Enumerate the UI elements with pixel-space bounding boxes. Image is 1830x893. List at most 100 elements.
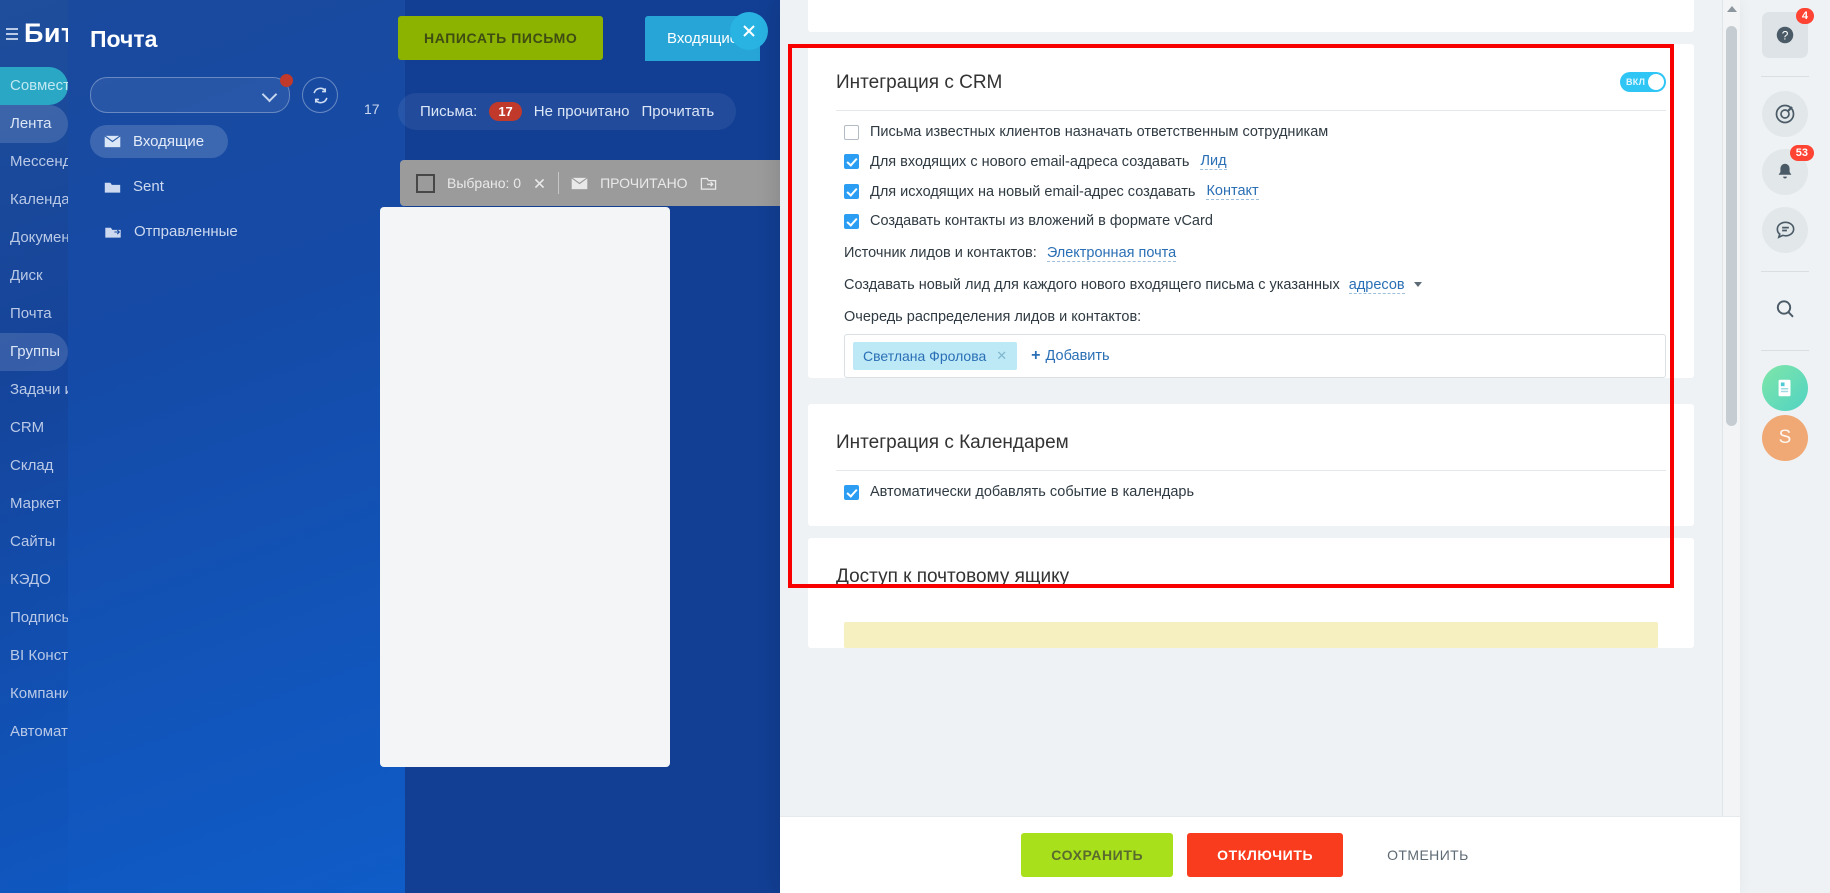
sidebar-item-disk[interactable]: Диск bbox=[0, 257, 68, 295]
magnifier-icon bbox=[1776, 300, 1794, 318]
sidebar-item-signature[interactable]: Подпись bbox=[0, 599, 68, 637]
mail-account-select[interactable] bbox=[90, 74, 293, 113]
divider bbox=[1761, 350, 1809, 351]
crm-title-text: Интеграция с CRM bbox=[836, 72, 1003, 93]
mail-folder-otpravlennye[interactable]: Отправленные bbox=[90, 215, 308, 248]
sidebar-item-kedo[interactable]: КЭДО bbox=[0, 561, 68, 599]
checkbox-assign-known-clients[interactable] bbox=[844, 124, 859, 140]
sidebar-item-tasks[interactable]: Задачи и Проекты bbox=[0, 371, 68, 409]
sidebar-item-mail[interactable]: Почта bbox=[0, 295, 68, 333]
refresh-button[interactable] bbox=[302, 77, 338, 113]
screen-root: Битрикс24 Совместная работа Лента Мессен… bbox=[0, 0, 1830, 893]
option-create-contact-outgoing[interactable]: Для исходящих на новый email-адрес созда… bbox=[836, 170, 1666, 200]
sidebar-item-sites[interactable]: Сайты bbox=[0, 523, 68, 561]
sidebar-item-crm[interactable]: CRM bbox=[0, 409, 68, 447]
option-create-lead-incoming[interactable]: Для входящих с нового email-адреса созда… bbox=[836, 140, 1666, 170]
mail-folder-sent[interactable]: Sent bbox=[90, 170, 228, 203]
sidebar-item-automation[interactable]: Автоматизация bbox=[0, 713, 68, 751]
chevron-down-icon[interactable] bbox=[1413, 282, 1422, 287]
move-to-folder-icon[interactable] bbox=[700, 176, 717, 191]
sidebar-item-feed[interactable]: Лента bbox=[0, 105, 68, 143]
document-icon[interactable] bbox=[1762, 365, 1808, 411]
notifications-bell-icon[interactable]: 53 bbox=[1762, 145, 1814, 195]
unread-filter[interactable]: Не прочитано bbox=[534, 103, 630, 120]
slider-scrollbar[interactable] bbox=[1722, 0, 1740, 893]
sidebar-item-label: Склад bbox=[10, 457, 54, 474]
mail-folder-count: 17 bbox=[364, 101, 380, 117]
sidebar-item-label: Диск bbox=[10, 267, 43, 284]
mail-counters-row: Письма: 17 Не прочитано Прочитать bbox=[398, 93, 737, 130]
add-queue-member-button[interactable]: + Добавить bbox=[1031, 347, 1109, 365]
queue-member-chip[interactable]: Светлана Фролова ✕ bbox=[853, 342, 1018, 370]
mailbox-access-title: Доступ к почтовому ящику bbox=[836, 538, 1666, 604]
sidebar-item-collaboration[interactable]: Совместная работа bbox=[0, 67, 68, 105]
addresses-link[interactable]: адресов bbox=[1348, 277, 1405, 294]
lead-source-value[interactable]: Электронная почта bbox=[1046, 245, 1177, 262]
mail-preview-placeholder bbox=[380, 207, 670, 767]
mail-folder-label: Отправленные bbox=[134, 223, 238, 240]
notifications-badge: 53 bbox=[1789, 145, 1814, 161]
calendar-integration-card: Интеграция с Календарем Автоматически до… bbox=[808, 404, 1694, 526]
sidebar-item-label: КЭДО bbox=[10, 571, 51, 588]
search-icon[interactable] bbox=[1762, 286, 1808, 332]
close-panel-button[interactable] bbox=[730, 12, 768, 50]
checkbox-create-contacts-vcard[interactable] bbox=[844, 213, 859, 229]
lead-entity-link[interactable]: Лид bbox=[1200, 153, 1227, 170]
chevron-down-icon bbox=[261, 86, 278, 103]
cancel-button[interactable]: ОТМЕНИТЬ bbox=[1357, 833, 1499, 877]
compose-mail-button[interactable]: НАПИСАТЬ ПИСЬМО bbox=[398, 16, 604, 60]
scroll-up-arrow-icon[interactable] bbox=[1727, 6, 1737, 12]
checkbox-create-contact-outgoing[interactable] bbox=[844, 184, 859, 199]
logo-row[interactable]: Битрикс24 bbox=[0, 0, 68, 59]
sent-folder-icon bbox=[105, 227, 121, 238]
read-filter[interactable]: Прочитать bbox=[641, 103, 714, 120]
sidebar-item-label: Маркет bbox=[10, 495, 61, 512]
mail-side-panel: Почта Входящие 17 Sent Отправленные bbox=[68, 0, 405, 893]
divider bbox=[558, 172, 560, 194]
select-all-checkbox[interactable] bbox=[416, 173, 435, 193]
sidebar-item-label: Компания bbox=[10, 685, 68, 702]
option-assign-known-clients[interactable]: Письма известных клиентов назначать отве… bbox=[836, 111, 1666, 140]
toggle-knob bbox=[1648, 74, 1664, 90]
checkbox-auto-add-calendar-event[interactable] bbox=[844, 484, 859, 500]
sidebar-item-calendar[interactable]: Календарь bbox=[0, 181, 68, 219]
chat-icon[interactable] bbox=[1762, 207, 1808, 253]
support-icon[interactable] bbox=[1762, 91, 1808, 137]
close-icon[interactable] bbox=[533, 177, 546, 190]
sidebar-item-messenger[interactable]: Мессенджер bbox=[0, 143, 68, 181]
help-icon[interactable]: 4 ? bbox=[1762, 8, 1814, 58]
lead-source-row: Источник лидов и контактов: Электронная … bbox=[836, 229, 1666, 262]
disable-button[interactable]: ОТКЛЮЧИТЬ bbox=[1187, 833, 1344, 877]
queue-members-input[interactable]: Светлана Фролова ✕ + Добавить bbox=[844, 334, 1666, 378]
menu-burger-icon[interactable] bbox=[6, 27, 18, 40]
sidebar-item-market[interactable]: Маркет bbox=[0, 485, 68, 523]
queue-label: Очередь распределения лидов и контактов: bbox=[844, 309, 1142, 325]
selected-count-label: Выбрано: 0 bbox=[447, 175, 522, 191]
user-avatar[interactable]: S bbox=[1762, 415, 1808, 461]
sidebar-item-documents[interactable]: Документы bbox=[0, 219, 68, 257]
sidebar-item-warehouse[interactable]: Склад bbox=[0, 447, 68, 485]
mail-folder-inbox[interactable]: Входящие bbox=[90, 125, 228, 158]
new-lead-rule-row: Создавать новый лид для каждого нового в… bbox=[836, 261, 1666, 294]
calendar-title-text: Интеграция с Календарем bbox=[836, 432, 1069, 453]
sidebar-item-groups[interactable]: Группы bbox=[0, 333, 68, 371]
mailbox-access-title-text: Доступ к почтовому ящику bbox=[836, 566, 1070, 587]
scrollbar-thumb[interactable] bbox=[1726, 26, 1737, 426]
mark-read-button[interactable]: ПРОЧИТАНО bbox=[600, 175, 688, 191]
checkbox-create-lead-incoming[interactable] bbox=[844, 154, 859, 169]
contact-entity-link[interactable]: Контакт bbox=[1206, 183, 1259, 200]
sidebar-item-label: Задачи и Проекты bbox=[10, 381, 68, 398]
lead-source-label: Источник лидов и контактов: bbox=[844, 245, 1037, 261]
remove-member-icon[interactable]: ✕ bbox=[996, 348, 1007, 364]
sidebar-item-company[interactable]: Компания bbox=[0, 675, 68, 713]
toggle-label: ВКЛ bbox=[1626, 77, 1646, 87]
option-create-contacts-vcard[interactable]: Создавать контакты из вложений в формате… bbox=[836, 200, 1666, 229]
sidebar-item-label: Лента bbox=[10, 115, 52, 132]
crm-integration-toggle[interactable]: ВКЛ bbox=[1620, 72, 1666, 92]
mail-folder-label: Входящие bbox=[133, 133, 205, 150]
left-navigation-rail: Битрикс24 Совместная работа Лента Мессен… bbox=[0, 0, 68, 893]
sidebar-item-label: Документы bbox=[10, 229, 68, 246]
sidebar-item-bi-builder[interactable]: BI Конструктор bbox=[0, 637, 68, 675]
save-button[interactable]: СОХРАНИТЬ bbox=[1021, 833, 1174, 877]
option-auto-add-calendar-event[interactable]: Автоматически добавлять событие в календ… bbox=[836, 471, 1666, 526]
